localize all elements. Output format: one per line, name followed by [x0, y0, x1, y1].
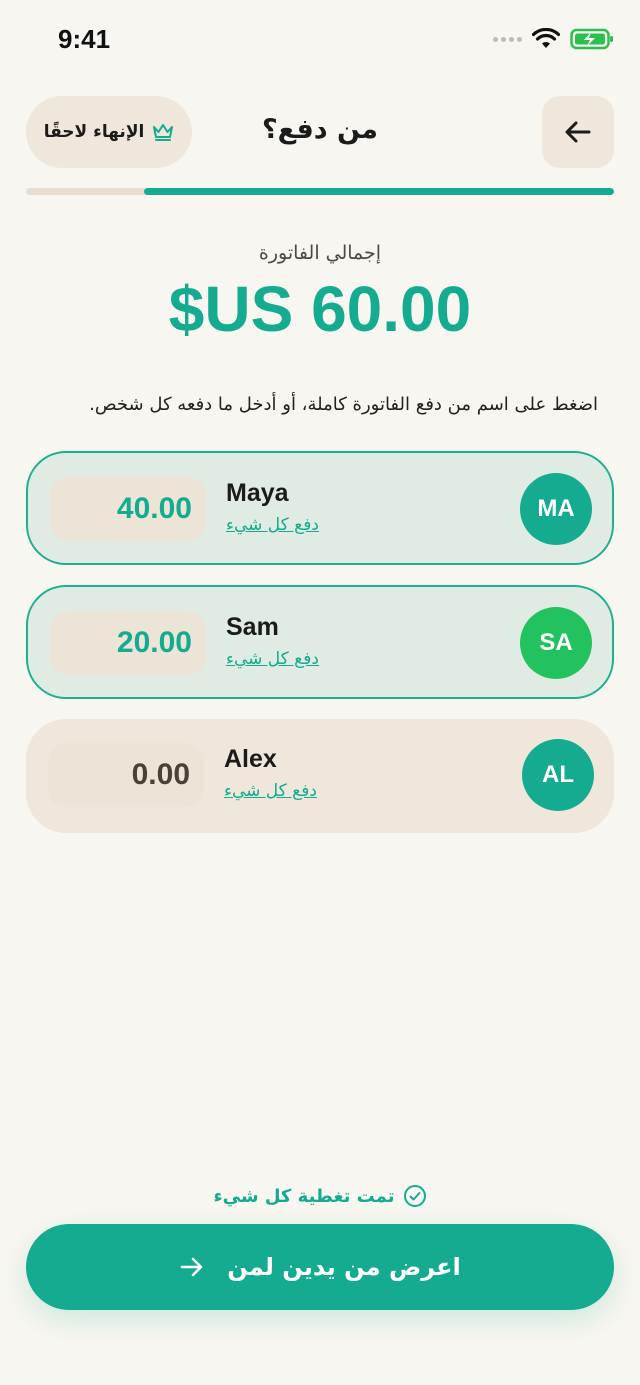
battery-icon	[570, 28, 613, 50]
progress-fill	[143, 188, 614, 195]
arrow-right-icon	[180, 1257, 203, 1277]
bill-total-amount: $US 60.00	[168, 273, 472, 345]
signal-icon	[493, 36, 522, 42]
header: الإنهاء لاحقًا من دفع؟	[26, 96, 614, 170]
pay-all-link[interactable]: دفع كل شيء	[226, 515, 319, 535]
show-who-owes-button[interactable]: اعرض من يدين لمن	[26, 1224, 614, 1310]
person-name: Maya	[226, 479, 289, 507]
progress-bar	[26, 188, 614, 195]
arrow-left-icon	[565, 121, 591, 143]
status-bar: 9:41	[0, 0, 640, 80]
amount-input[interactable]: 20.00	[50, 611, 206, 675]
status-time: 9:41	[58, 24, 111, 54]
pay-all-link[interactable]: دفع كل شيء	[226, 649, 319, 669]
person-name: Sam	[226, 613, 279, 641]
check-circle-icon	[403, 1185, 426, 1207]
amount-input[interactable]: 0.00	[48, 743, 204, 807]
page-title: من دفع؟	[261, 114, 379, 145]
avatar: SA	[520, 607, 592, 679]
wifi-icon	[532, 28, 560, 48]
instruction-text: اضغط على اسم من دفع الفاتورة كاملة، أو أ…	[89, 394, 598, 415]
status-icons	[493, 28, 614, 50]
amount-input[interactable]: 40.00	[50, 477, 206, 541]
pay-all-link[interactable]: دفع كل شيء	[224, 781, 317, 801]
person-card-sam[interactable]: SA Sam دفع كل شيء 20.00	[26, 585, 614, 699]
avatar: AL	[522, 739, 594, 811]
person-card-maya[interactable]: MA Maya دفع كل شيء 40.00	[26, 451, 614, 565]
bill-total-label: إجمالي الفاتورة	[258, 242, 382, 264]
covered-label: تمت تغطية كل شيء	[213, 1185, 395, 1207]
person-card-alex[interactable]: AL Alex دفع كل شيء 0.00	[26, 719, 614, 833]
covered-status: تمت تغطية كل شيء	[0, 1184, 640, 1208]
avatar: MA	[520, 473, 592, 545]
person-name: Alex	[224, 745, 277, 773]
cta-label: اعرض من يدين لمن	[227, 1253, 461, 1281]
back-button[interactable]	[542, 96, 614, 168]
